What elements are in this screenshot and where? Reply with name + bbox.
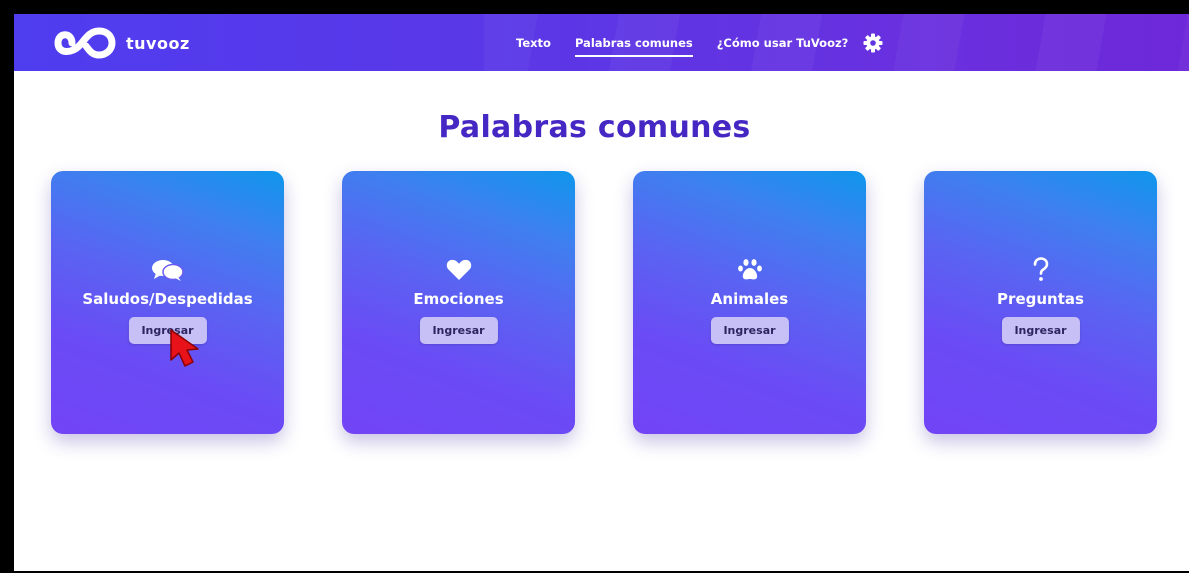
nav-links: Texto Palabras comunes ¿Cómo usar TuVooz… <box>504 14 884 71</box>
nav-link-texto[interactable]: Texto <box>504 14 563 71</box>
nav-link-palabras-comunes[interactable]: Palabras comunes <box>563 14 705 71</box>
card-preguntas[interactable]: Preguntas Ingresar <box>924 171 1157 434</box>
card-title: Saludos/Despedidas <box>82 290 253 308</box>
mouse-pointer-icon <box>170 329 199 367</box>
heart-icon <box>342 257 575 283</box>
settings-button[interactable] <box>862 14 884 71</box>
ingresar-button[interactable]: Ingresar <box>419 317 498 344</box>
navbar: tuvooz Texto Palabras comunes ¿Cómo usar… <box>14 14 1189 71</box>
nav-link-como-usar[interactable]: ¿Cómo usar TuVooz? <box>705 14 861 71</box>
paw-icon <box>633 257 866 283</box>
gear-icon <box>863 33 883 52</box>
card-saludos-despedidas[interactable]: Saludos/Despedidas Ingresar <box>51 171 284 434</box>
card-animales[interactable]: Animales Ingresar <box>633 171 866 434</box>
page-title: Palabras comunes <box>438 110 751 145</box>
app-window: tuvooz Texto Palabras comunes ¿Cómo usar… <box>14 14 1189 571</box>
logo[interactable]: tuvooz <box>54 24 190 62</box>
card-title: Emociones <box>413 290 504 308</box>
logo-text: tuvooz <box>126 33 190 53</box>
ingresar-button[interactable]: Ingresar <box>1001 317 1080 344</box>
infinity-logo-icon <box>54 27 116 59</box>
card-title: Animales <box>710 290 789 308</box>
ingresar-button[interactable]: Ingresar <box>710 317 789 344</box>
chat-bubbles-icon <box>51 257 284 283</box>
card-title: Preguntas <box>997 290 1084 308</box>
card-emociones[interactable]: Emociones Ingresar <box>342 171 575 434</box>
question-icon <box>924 257 1157 283</box>
